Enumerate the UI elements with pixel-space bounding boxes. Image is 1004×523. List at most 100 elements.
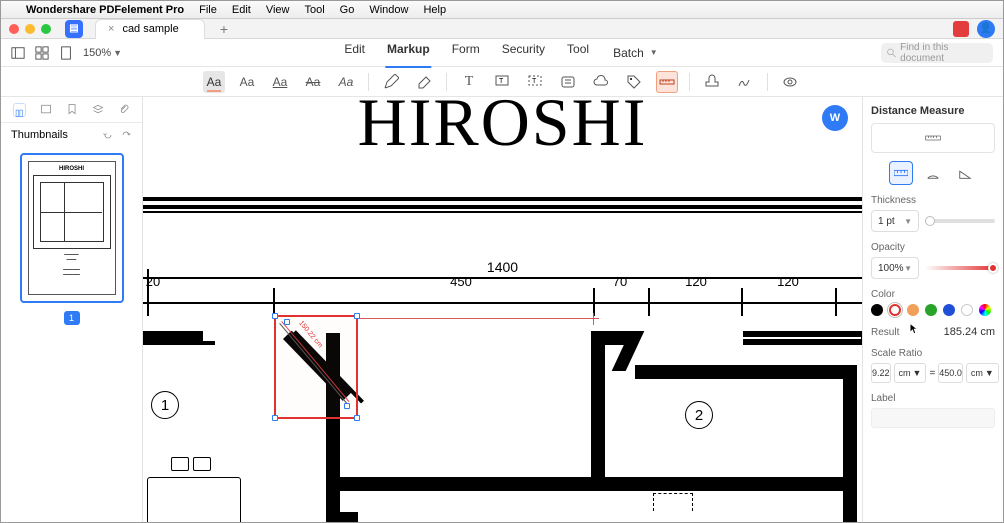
- measure-selection[interactable]: 150.22 cm: [274, 315, 358, 419]
- opacity-slider[interactable]: [925, 266, 995, 270]
- zoom-select[interactable]: 150% ▼: [83, 47, 122, 59]
- underline-button[interactable]: Aa: [269, 71, 291, 93]
- scale-from-unit-select[interactable]: cm▼: [894, 363, 927, 383]
- note-button[interactable]: [557, 71, 579, 93]
- thickness-select[interactable]: 1 pt▼: [871, 210, 919, 232]
- minimize-window-icon[interactable]: [25, 24, 35, 34]
- color-swatch-red-outline[interactable]: [889, 304, 901, 316]
- new-tab-button[interactable]: +: [215, 21, 233, 37]
- cloud-button[interactable]: [590, 71, 612, 93]
- layers-icon[interactable]: [92, 103, 104, 117]
- search-placeholder: Find in this document: [900, 42, 987, 64]
- menu-window[interactable]: Window: [369, 4, 408, 16]
- distance-mode-button[interactable]: [889, 161, 913, 185]
- strikethrough-button[interactable]: Aa: [302, 71, 324, 93]
- shopping-bag-icon[interactable]: [953, 21, 969, 37]
- scale-to-unit-select[interactable]: cm▼: [966, 363, 999, 383]
- document-tab[interactable]: × cad sample: [95, 19, 205, 39]
- scale-from-input[interactable]: 9.22: [871, 363, 891, 383]
- tab-tool[interactable]: Tool: [565, 38, 591, 68]
- export-word-button[interactable]: W: [822, 105, 848, 131]
- color-picker-button[interactable]: [979, 304, 991, 316]
- menu-help[interactable]: Help: [423, 4, 446, 16]
- page-thumbnail[interactable]: HIROSHI ━━━━━━━━━━━━━━━━━━━━━━━━: [20, 153, 124, 303]
- opacity-select[interactable]: 100%▼: [871, 257, 919, 279]
- scale-to-input[interactable]: 450.0: [938, 363, 963, 383]
- text-callout-button[interactable]: T: [524, 71, 546, 93]
- wall: [635, 365, 855, 379]
- thickness-slider[interactable]: [925, 219, 995, 223]
- text-box-button[interactable]: T: [458, 71, 480, 93]
- menu-tool[interactable]: Tool: [304, 4, 324, 16]
- user-avatar-icon[interactable]: 👤: [977, 20, 995, 38]
- tab-form[interactable]: Form: [450, 38, 482, 68]
- color-swatch-white[interactable]: [961, 304, 973, 316]
- color-swatch-orange[interactable]: [907, 304, 919, 316]
- close-window-icon[interactable]: [9, 24, 19, 34]
- border-line: [143, 205, 862, 209]
- rotate-right-icon[interactable]: [120, 129, 132, 141]
- label-input[interactable]: [871, 408, 995, 428]
- close-tab-icon[interactable]: ×: [108, 23, 114, 35]
- thickness-label: Thickness: [871, 195, 995, 206]
- outline-icon[interactable]: [40, 103, 52, 117]
- search-input[interactable]: Find in this document: [881, 43, 993, 63]
- grid-view-icon[interactable]: [35, 46, 49, 60]
- furniture: [147, 477, 241, 522]
- measure-button[interactable]: [656, 71, 678, 93]
- line-endpoint-handle[interactable]: [284, 319, 290, 325]
- tag-button[interactable]: [623, 71, 645, 93]
- search-icon: [887, 48, 896, 58]
- resize-handle[interactable]: [272, 313, 278, 319]
- furniture: [193, 457, 211, 471]
- panel-title: Distance Measure: [871, 105, 995, 117]
- tab-batch[interactable]: Batch▼: [609, 38, 662, 68]
- attachment-icon[interactable]: [118, 103, 130, 117]
- color-swatches: [871, 304, 995, 316]
- text-style-button[interactable]: Aa: [236, 71, 258, 93]
- app-logo-icon[interactable]: ▤: [65, 20, 83, 38]
- fullscreen-window-icon[interactable]: [41, 24, 51, 34]
- color-swatch-green[interactable]: [925, 304, 937, 316]
- perimeter-mode-button[interactable]: [921, 161, 945, 185]
- pencil-button[interactable]: [380, 71, 402, 93]
- bookmark-icon[interactable]: [66, 103, 78, 117]
- measure-tick: [593, 313, 594, 325]
- tab-markup[interactable]: Markup: [385, 38, 432, 68]
- zoom-value: 150%: [83, 47, 111, 59]
- squiggly-button[interactable]: Aa: [335, 71, 357, 93]
- eraser-button[interactable]: [413, 71, 435, 93]
- resize-handle[interactable]: [272, 415, 278, 421]
- page-view-icon[interactable]: [59, 46, 73, 60]
- wall: [143, 341, 215, 345]
- separator: [689, 73, 690, 91]
- area-mode-button[interactable]: [953, 161, 977, 185]
- page-number-badge[interactable]: 1: [64, 311, 80, 325]
- menu-file[interactable]: File: [199, 4, 217, 16]
- furniture: [171, 457, 189, 471]
- rotate-left-icon[interactable]: [102, 129, 114, 141]
- menubar-appname[interactable]: Wondershare PDFelement Pro: [26, 4, 184, 16]
- menu-view[interactable]: View: [266, 4, 290, 16]
- menu-edit[interactable]: Edit: [232, 4, 251, 16]
- resize-handle[interactable]: [354, 313, 360, 319]
- wall: [326, 477, 856, 491]
- line-endpoint-handle[interactable]: [344, 403, 350, 409]
- callout-button[interactable]: T: [491, 71, 513, 93]
- thumbnails-icon[interactable]: [13, 103, 26, 117]
- highlight-text-button[interactable]: Aa: [203, 71, 225, 93]
- scale-ratio-label: Scale Ratio: [871, 348, 995, 359]
- chevron-down-icon: ▼: [648, 44, 660, 61]
- color-swatch-black[interactable]: [871, 304, 883, 316]
- menu-go[interactable]: Go: [340, 4, 355, 16]
- hide-annotations-button[interactable]: [779, 71, 801, 93]
- mac-menubar: Wondershare PDFelement Pro File Edit Vie…: [1, 1, 1003, 19]
- signature-button[interactable]: [734, 71, 756, 93]
- color-swatch-blue[interactable]: [943, 304, 955, 316]
- stamp-button[interactable]: [701, 71, 723, 93]
- sidebar-toggle-icon[interactable]: [11, 46, 25, 60]
- resize-handle[interactable]: [354, 415, 360, 421]
- tab-security[interactable]: Security: [500, 38, 547, 68]
- tab-edit[interactable]: Edit: [342, 38, 367, 68]
- document-canvas[interactable]: HIROSHI 1400 20 450 70 120 120: [143, 97, 863, 522]
